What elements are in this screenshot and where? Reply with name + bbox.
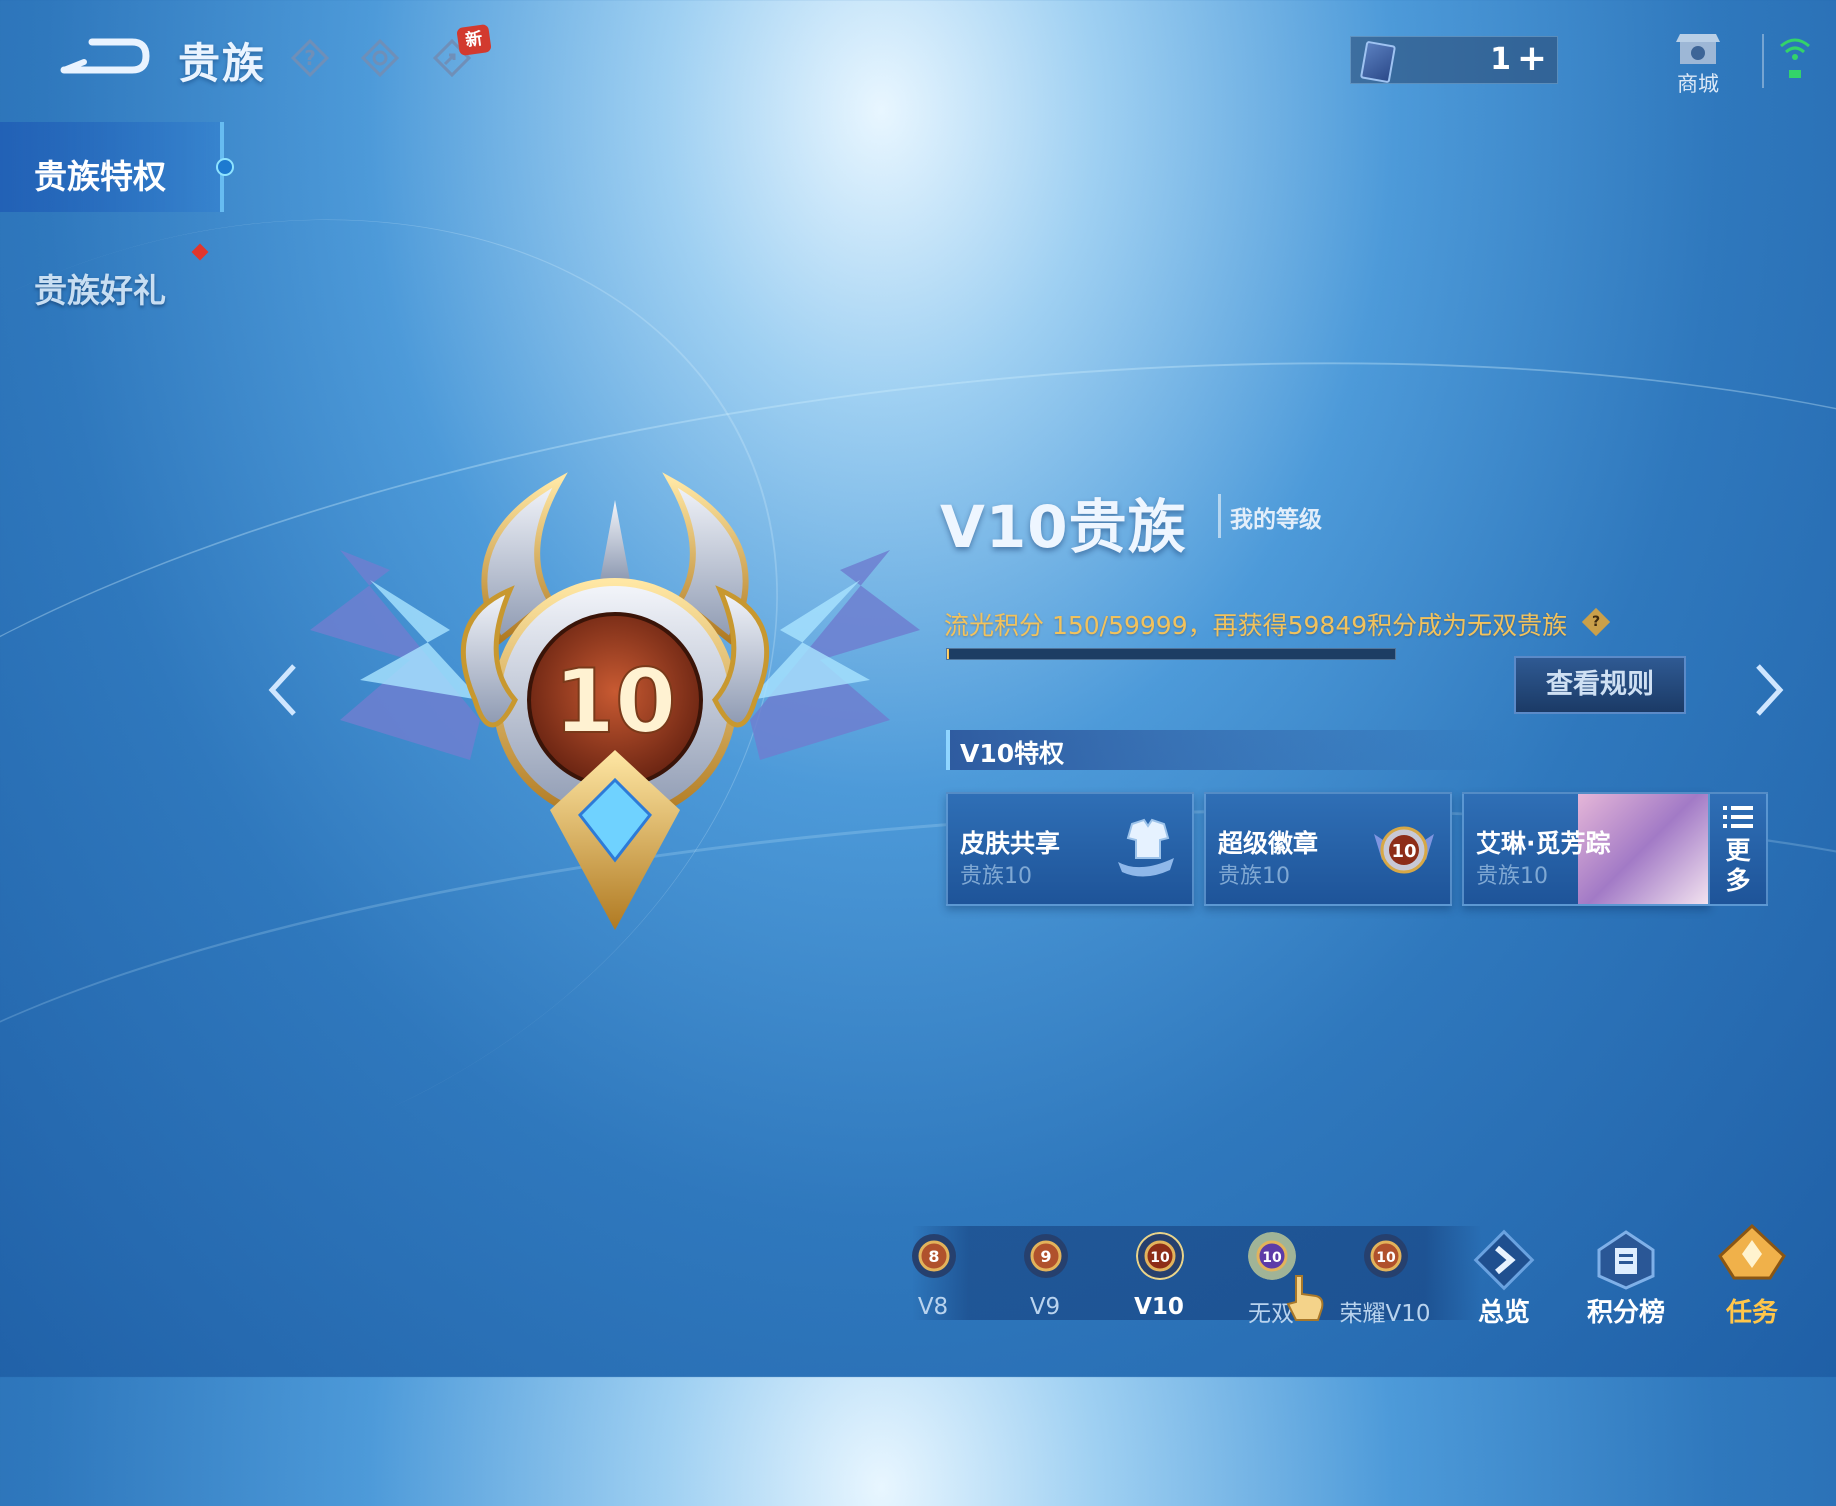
v10-badge-icon: 10 [1136, 1232, 1184, 1280]
leaderboard-label: 积分榜 [1586, 1298, 1665, 1328]
shop-icon [1676, 34, 1720, 64]
more-label-char: 更 [1725, 836, 1751, 865]
overview-icon [1473, 1229, 1535, 1291]
card-currency-icon [1359, 40, 1397, 84]
sidebar-item-label: 贵族特权 [34, 157, 166, 196]
level-tab-v8[interactable]: 8 V8 [888, 1226, 978, 1326]
tasks-button[interactable]: 任务 [1704, 1223, 1800, 1328]
more-label-char: 多 [1725, 866, 1751, 895]
my-level-label: 我的等级 [1230, 507, 1322, 533]
list-icon [1723, 806, 1753, 828]
level-tab-label: V8 [917, 1294, 949, 1320]
back-arrow-icon [60, 38, 150, 74]
level-tab-label: 荣耀V10 [1339, 1301, 1431, 1327]
privileges-header-label: V10特权 [960, 739, 1065, 768]
leaderboard-icon [1597, 1230, 1655, 1290]
next-arrow-icon[interactable] [1748, 660, 1788, 720]
glory-v10-badge-icon: 10 [1364, 1234, 1408, 1278]
overview-label: 总览 [1477, 1298, 1530, 1328]
svg-text:?: ? [304, 46, 316, 70]
svg-text:10: 10 [1150, 1250, 1170, 1266]
back-button[interactable] [58, 34, 150, 78]
v9-badge-icon: 9 [1024, 1234, 1068, 1278]
divider [1762, 34, 1764, 88]
points-help-icon[interactable]: ? [1581, 607, 1611, 637]
tasks-label: 任务 [1725, 1298, 1778, 1328]
progress-fill [947, 649, 950, 659]
help-icon[interactable]: ? [290, 38, 330, 78]
svg-text:10: 10 [1376, 1250, 1396, 1266]
currency-display: 1 + [1350, 36, 1558, 84]
badge-10-icon: 10 [1374, 826, 1434, 874]
privilege-name: 皮肤共享 [960, 829, 1061, 858]
add-currency-button[interactable]: + [1517, 41, 1547, 77]
level-tab-glory-v10[interactable]: 10 荣耀V10 [1339, 1226, 1431, 1327]
privilege-level: 贵族10 [960, 864, 1032, 889]
help-mark: ? [1591, 614, 1601, 630]
shirt-share-icon [1118, 818, 1174, 877]
shop-label: 商城 [1677, 72, 1719, 96]
level-tab-label: V10 [1134, 1294, 1184, 1320]
sidebar-item-privileges[interactable]: 贵族特权 [0, 122, 234, 212]
previous-arrow-icon[interactable] [264, 660, 304, 720]
points-progress-text: 流光积分 150/59999，再获得59849积分成为无双贵族 [944, 611, 1568, 640]
page-title: 贵族 [178, 39, 267, 88]
emblem-level-number: 10 [554, 650, 676, 753]
sidebar-item-label: 贵族好礼 [34, 271, 166, 310]
active-indicator [216, 158, 234, 176]
new-badge: 新 [456, 23, 492, 57]
privilege-card-skin[interactable]: 艾琳·觅芳踪 贵族10 [1462, 792, 1710, 906]
wifi-signal-icon [1780, 38, 1810, 78]
points-progress-bar [946, 648, 1396, 660]
svg-text:10: 10 [1391, 841, 1416, 862]
v8-badge-icon: 8 [912, 1234, 956, 1278]
privilege-level: 贵族10 [1476, 864, 1548, 889]
view-rules-button[interactable]: 查看规则 [1514, 656, 1686, 714]
sidebar-item-gifts[interactable]: 贵族好礼 [0, 236, 220, 326]
shop-button[interactable]: 商城 [1668, 24, 1728, 96]
more-label: 更 多 [1710, 836, 1766, 896]
privilege-card-skin-share[interactable]: 皮肤共享 贵族10 [946, 792, 1194, 906]
v10-emblem-icon: 10 [310, 472, 920, 930]
privilege-name: 超级徽章 [1218, 829, 1319, 858]
privilege-card-super-badge[interactable]: 超级徽章 贵族10 10 [1204, 792, 1452, 906]
svg-text:10: 10 [1262, 1250, 1282, 1266]
overview-button[interactable]: 总览 [1456, 1228, 1552, 1328]
leaderboard-button[interactable]: 积分榜 [1578, 1228, 1674, 1328]
tasks-icon [1718, 1223, 1786, 1280]
svg-text:8: 8 [928, 1247, 939, 1266]
privilege-level: 贵族10 [1218, 864, 1290, 889]
svg-text:9: 9 [1040, 1247, 1051, 1266]
level-tab-label: V9 [1029, 1294, 1061, 1320]
level-tab-v10[interactable]: 10 V10 [1114, 1226, 1204, 1326]
rank-title: V10贵族 [940, 493, 1187, 561]
divider [1218, 494, 1221, 538]
privilege-name: 艾琳·觅芳踪 [1476, 829, 1611, 858]
settings-gear-icon[interactable] [360, 38, 400, 78]
more-privileges-button[interactable]: 更 多 [1708, 792, 1768, 906]
currency-value: 1 [1490, 42, 1511, 77]
privileges-header: V10特权 [946, 730, 1510, 770]
level-tab-v9[interactable]: 9 V9 [1000, 1226, 1090, 1326]
